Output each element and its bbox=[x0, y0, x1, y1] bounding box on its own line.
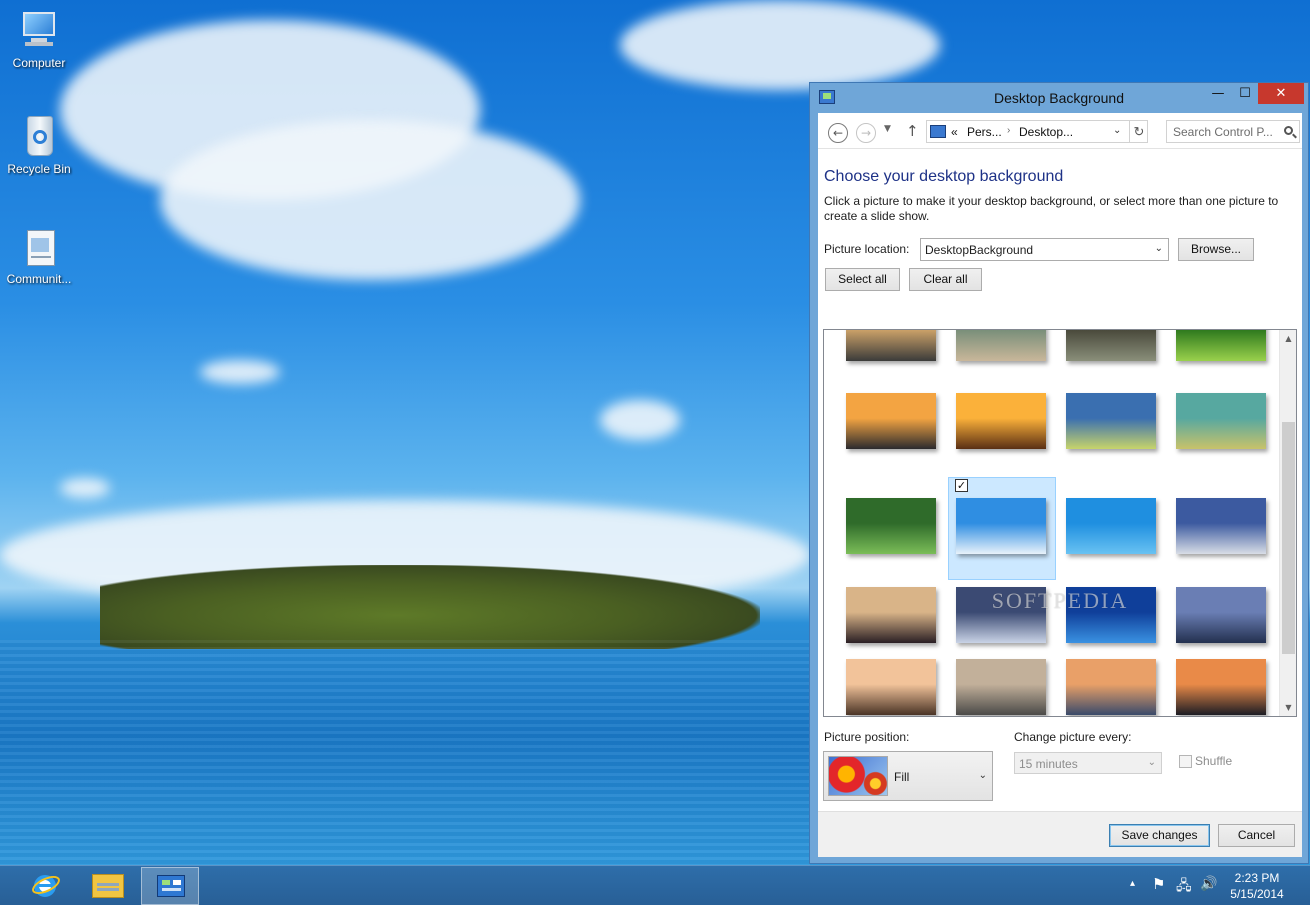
picture-thumbnail-rocky-shore[interactable] bbox=[956, 659, 1046, 715]
vertical-scrollbar[interactable]: ▲ ▼ bbox=[1279, 330, 1296, 716]
change-picture-label: Change picture every: bbox=[1014, 730, 1132, 744]
picture-position-label: Picture position: bbox=[824, 730, 910, 744]
shuffle-checkbox[interactable] bbox=[1179, 755, 1192, 768]
network-icon[interactable]: 🖧 bbox=[1176, 875, 1192, 899]
chevron-down-icon: ⌄ bbox=[1147, 757, 1156, 768]
forward-button[interactable]: → bbox=[856, 123, 876, 143]
picture-list[interactable]: ✓ SOFTPEDIA ▲ ▼ bbox=[823, 329, 1297, 717]
page-title: Choose your desktop background bbox=[824, 168, 1064, 185]
picture-thumbnail-harbor-sunset[interactable] bbox=[956, 393, 1046, 449]
control-panel-icon bbox=[930, 125, 946, 138]
folder-icon bbox=[92, 874, 124, 898]
save-changes-button[interactable]: Save changes bbox=[1109, 824, 1210, 847]
picture-thumbnail-boat-dock[interactable] bbox=[956, 330, 1046, 361]
picture-thumbnail-green-rock[interactable] bbox=[1176, 393, 1266, 449]
picture-thumbnail-island-sea[interactable] bbox=[956, 498, 1046, 554]
search-icon[interactable] bbox=[1284, 126, 1293, 135]
wallpaper-island bbox=[100, 565, 760, 649]
window-content: ← → ▼ ↑ « Pers... › Desktop... ⌄ ↻ Choos… bbox=[818, 113, 1302, 857]
page-description: Click a picture to make it your desktop … bbox=[824, 194, 1279, 223]
show-hidden-icons-button[interactable]: ▴ bbox=[1130, 878, 1135, 889]
recycle-bin-icon bbox=[17, 116, 61, 160]
taskbar-control-panel[interactable] bbox=[141, 867, 199, 905]
change-picture-interval-select[interactable]: 15 minutes ⌄ bbox=[1014, 752, 1162, 774]
address-dropdown-button[interactable]: ⌄ bbox=[1113, 125, 1121, 136]
wallpaper-cloud bbox=[160, 120, 580, 280]
back-button[interactable]: ← bbox=[828, 123, 848, 143]
close-button[interactable]: ✕ bbox=[1258, 83, 1304, 104]
desktop-icon-label: Computer bbox=[12, 56, 66, 70]
desktop-icon-recycle-bin[interactable]: Recycle Bin bbox=[0, 116, 78, 176]
address-bar[interactable]: « Pers... › Desktop... ⌄ ↻ bbox=[926, 120, 1148, 143]
document-icon bbox=[17, 226, 61, 270]
picture-thumbnail-lake-tree[interactable] bbox=[846, 659, 936, 715]
wallpaper-sea bbox=[0, 640, 810, 865]
watermark-text: SOFTPEDIA bbox=[991, 588, 1129, 613]
breadcrumb-desktop-background[interactable]: Desktop... bbox=[1019, 125, 1073, 139]
picture-location-value: DesktopBackground bbox=[925, 243, 1034, 257]
fill-preview-image bbox=[828, 756, 888, 796]
picture-location-select[interactable]: DesktopBackground ⌄ bbox=[920, 238, 1169, 261]
picture-checkbox[interactable]: ✓ bbox=[955, 479, 968, 492]
taskbar-internet-explorer[interactable] bbox=[16, 867, 74, 905]
minimize-button[interactable]: — bbox=[1204, 83, 1232, 104]
picture-position-select[interactable]: Fill ⌄ bbox=[823, 751, 993, 801]
scroll-up-arrow-icon[interactable]: ▲ bbox=[1280, 330, 1296, 347]
picture-thumbnail-rock-coast[interactable] bbox=[1066, 330, 1156, 361]
picture-thumbnail-leaf-drops[interactable] bbox=[846, 498, 936, 554]
breadcrumb-separator: › bbox=[1007, 125, 1011, 136]
address-overflow-chevron[interactable]: « bbox=[951, 125, 958, 139]
picture-position-value: Fill bbox=[894, 770, 910, 784]
chevron-down-icon: ⌄ bbox=[1154, 243, 1163, 254]
browse-button[interactable]: Browse... bbox=[1178, 238, 1254, 261]
navigation-bar: ← → ▼ ↑ « Pers... › Desktop... ⌄ ↻ bbox=[818, 113, 1302, 149]
picture-thumbnail-silhouette-sunset[interactable] bbox=[846, 393, 936, 449]
breadcrumb-personalization[interactable]: Pers... bbox=[967, 125, 1002, 139]
taskbar: ▴ ⚑ 🖧 🔊 2:23 PM 5/15/2014 bbox=[0, 865, 1310, 905]
action-center-flag-icon[interactable]: ⚑ bbox=[1152, 875, 1165, 893]
maximize-button[interactable]: ☐ bbox=[1232, 83, 1258, 104]
control-panel-icon bbox=[157, 875, 185, 897]
clock-date: 5/15/2014 bbox=[1230, 887, 1284, 901]
picture-thumbnail-cactus-plant[interactable] bbox=[1066, 393, 1156, 449]
scrollbar-thumb[interactable] bbox=[1282, 422, 1295, 654]
taskbar-file-explorer[interactable] bbox=[79, 867, 137, 905]
select-all-button[interactable]: Select all bbox=[825, 268, 900, 291]
cancel-button[interactable]: Cancel bbox=[1218, 824, 1295, 847]
title-bar[interactable]: Desktop Background — ☐ ✕ bbox=[810, 83, 1308, 113]
refresh-button[interactable]: ↻ bbox=[1129, 121, 1148, 142]
system-clock[interactable]: 2:23 PM 5/15/2014 bbox=[1226, 870, 1288, 902]
up-button[interactable]: ↑ bbox=[906, 122, 919, 140]
search-box[interactable] bbox=[1166, 120, 1300, 143]
desktop-icon-label: Recycle Bin bbox=[7, 162, 71, 176]
desktop-icon-community[interactable]: Communit... bbox=[0, 226, 78, 286]
wallpaper-cloud bbox=[60, 478, 110, 498]
computer-icon bbox=[17, 10, 61, 54]
recent-locations-button[interactable]: ▼ bbox=[884, 124, 891, 134]
picture-thumbnail-palm-dusk[interactable] bbox=[1176, 659, 1266, 715]
desktop-icon-computer[interactable]: Computer bbox=[0, 10, 78, 70]
picture-thumbnail-green-leaf-top[interactable] bbox=[1176, 330, 1266, 361]
change-picture-interval-value: 15 minutes bbox=[1019, 757, 1078, 771]
desktop-background-window: Desktop Background — ☐ ✕ ← → ▼ ↑ « Pers.… bbox=[809, 82, 1309, 864]
picture-thumbnail-icicles[interactable] bbox=[1176, 498, 1266, 554]
chevron-down-icon: ⌄ bbox=[978, 770, 987, 781]
clock-time: 2:23 PM bbox=[1234, 871, 1280, 885]
wallpaper-cloud bbox=[600, 400, 680, 440]
shuffle-label: Shuffle bbox=[1195, 754, 1233, 768]
picture-location-label: Picture location: bbox=[824, 242, 910, 256]
scroll-down-arrow-icon[interactable]: ▼ bbox=[1280, 699, 1296, 716]
clear-all-button[interactable]: Clear all bbox=[909, 268, 982, 291]
picture-thumbnail-sea-sunset[interactable] bbox=[1066, 659, 1156, 715]
wallpaper-cloud bbox=[200, 360, 280, 384]
picture-thumbnail-sunset-pier[interactable] bbox=[846, 330, 936, 361]
search-input[interactable] bbox=[1167, 121, 1279, 142]
dialog-footer: Save changes Cancel bbox=[818, 811, 1302, 857]
picture-thumbnail-blue-water[interactable] bbox=[1066, 498, 1156, 554]
volume-icon[interactable]: 🔊 bbox=[1200, 875, 1217, 892]
desktop-icon-label: Communit... bbox=[6, 272, 72, 286]
internet-explorer-icon bbox=[29, 872, 63, 900]
wallpaper-cloud bbox=[620, 0, 940, 90]
